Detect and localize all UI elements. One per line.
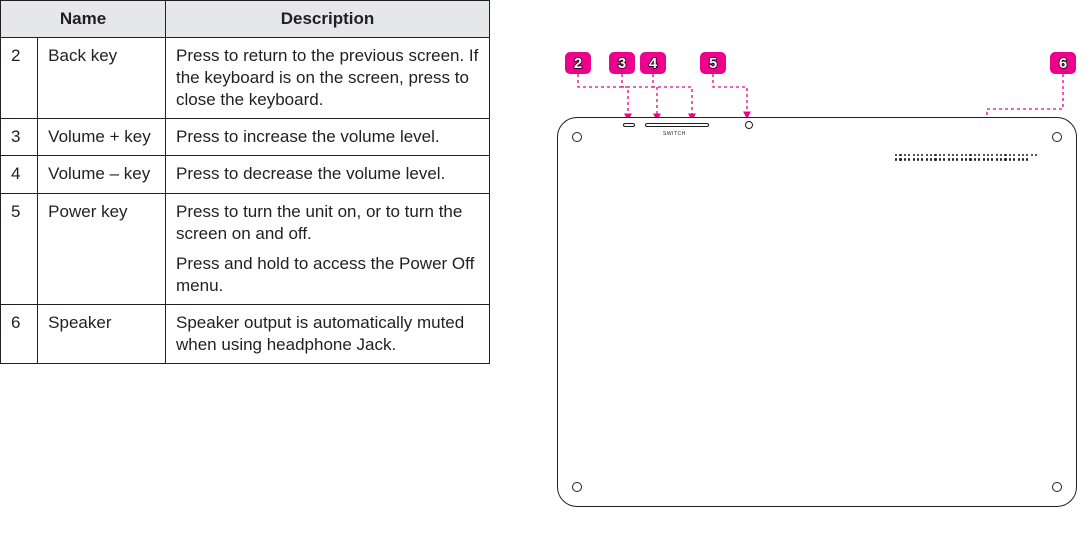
row-desc: Press to return to the previous screen. … [166, 38, 490, 119]
row-name: Volume – key [38, 156, 166, 193]
row-desc: Press to increase the volume level. [166, 119, 490, 156]
col-desc-header: Description [166, 1, 490, 38]
screw-icon [1052, 482, 1062, 492]
table-row: 3 Volume + key Press to increase the vol… [1, 119, 490, 156]
row-name: Speaker [38, 304, 166, 363]
row-num: 2 [1, 38, 38, 119]
row-num: 6 [1, 304, 38, 363]
callout-2: 2 [565, 52, 591, 74]
row-name: Back key [38, 38, 166, 119]
screw-icon [572, 482, 582, 492]
callout-3: 3 [609, 52, 635, 74]
table-row: 2 Back key Press to return to the previo… [1, 38, 490, 119]
power-key-icon [745, 121, 753, 129]
row-num: 5 [1, 193, 38, 304]
spec-table: Name Description 2 Back key Press to ret… [0, 0, 490, 364]
row-desc: Press to decrease the volume level. [166, 156, 490, 193]
table-row: 6 Speaker Speaker output is automaticall… [1, 304, 490, 363]
speaker-grille [895, 154, 1040, 164]
back-key-slot [623, 123, 635, 127]
device-outline: SWITCH [557, 117, 1077, 507]
switch-label: SWITCH [663, 131, 686, 137]
screw-icon [1052, 132, 1062, 142]
row-num: 4 [1, 156, 38, 193]
row-num: 3 [1, 119, 38, 156]
port-group: SWITCH [623, 123, 753, 141]
callout-4: 4 [640, 52, 666, 74]
device-diagram: 2 3 4 5 6 [557, 52, 1077, 522]
table-row: 4 Volume – key Press to decrease the vol… [1, 156, 490, 193]
volume-rocker-slot [645, 123, 709, 127]
row-desc: Speaker output is automatically muted wh… [166, 304, 490, 363]
col-name-header: Name [1, 1, 166, 38]
table-row: 5 Power key Press to turn the unit on, o… [1, 193, 490, 304]
callout-6: 6 [1050, 52, 1076, 74]
callout-5: 5 [700, 52, 726, 74]
row-name: Power key [38, 193, 166, 304]
row-name: Volume + key [38, 119, 166, 156]
row-desc: Press to turn the unit on, or to turn th… [166, 193, 490, 304]
screw-icon [572, 132, 582, 142]
